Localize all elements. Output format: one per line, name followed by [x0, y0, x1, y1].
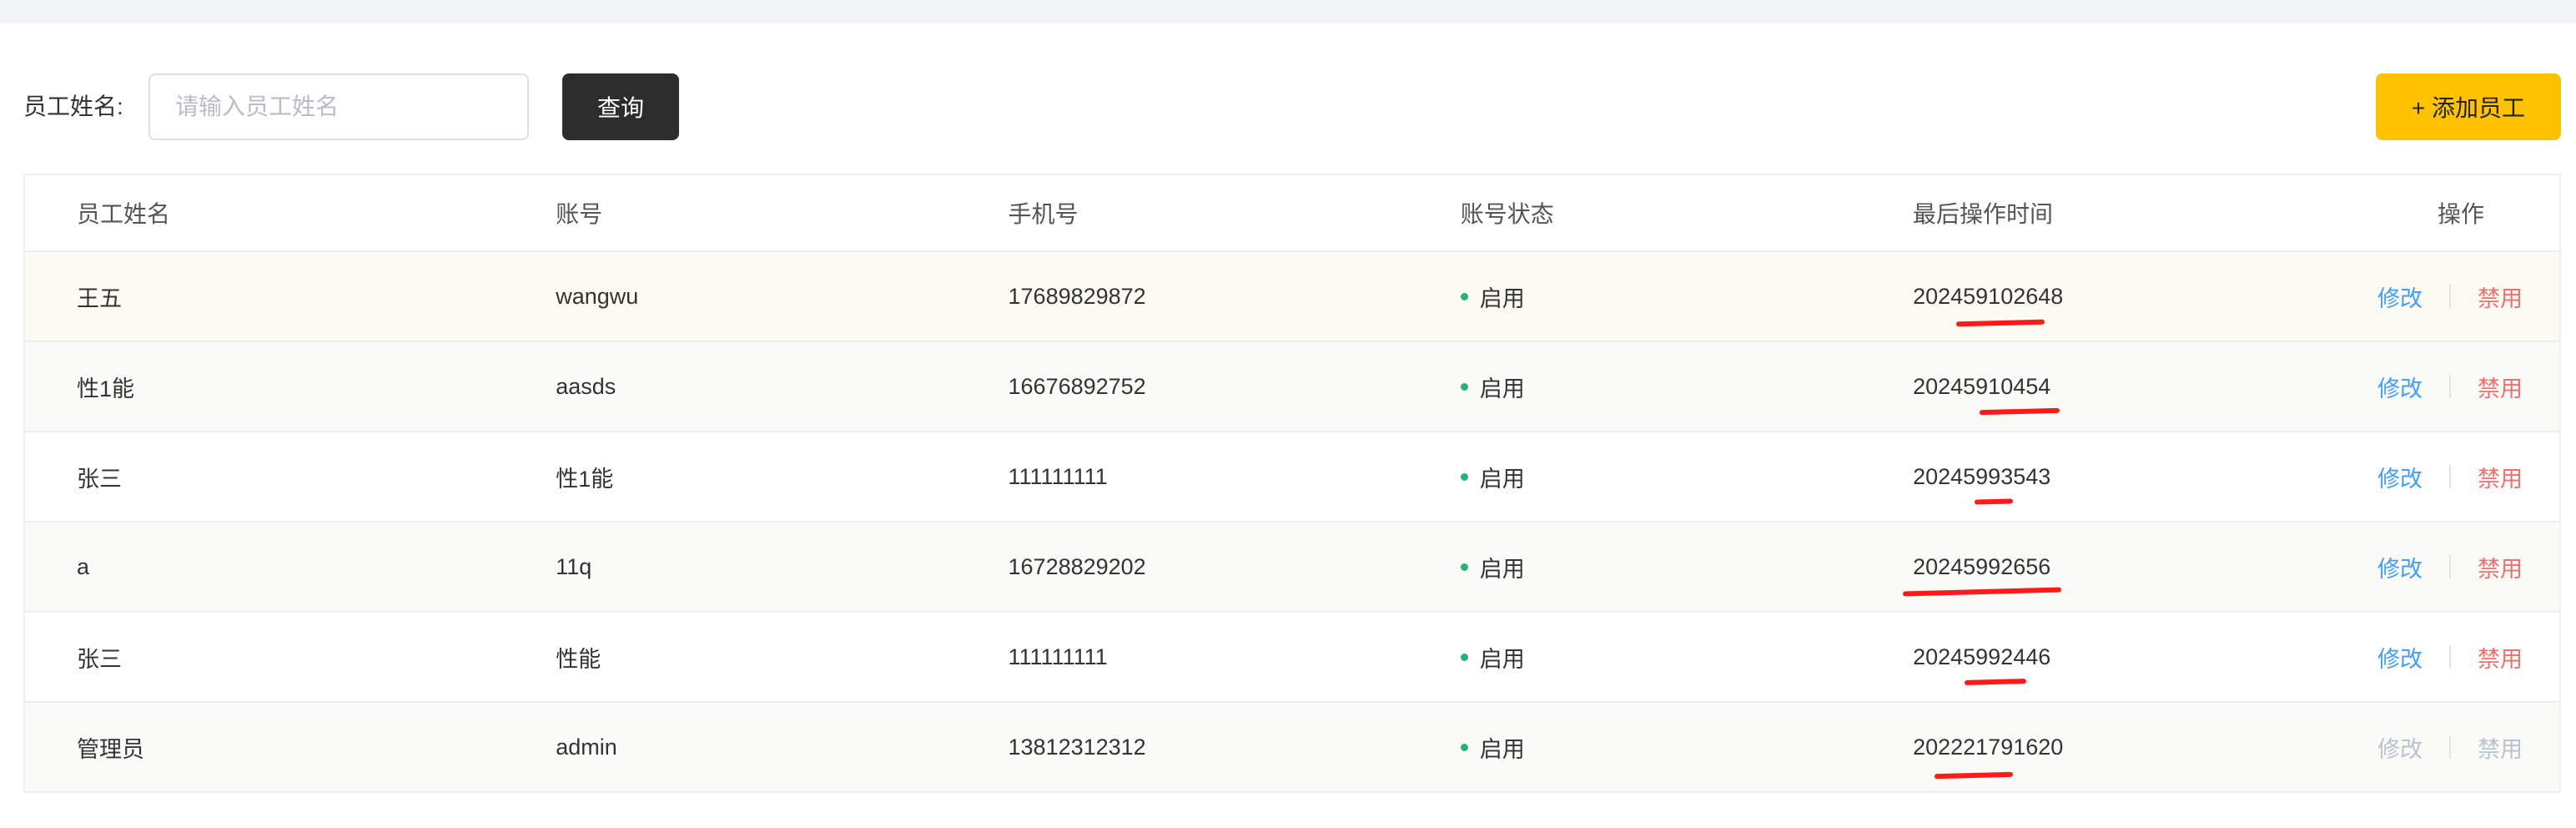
last-operation-time-cell: 20245910454: [1863, 342, 2315, 431]
time-text: 20245993543: [1913, 463, 2051, 489]
edit-link[interactable]: 修改: [2377, 731, 2423, 764]
disable-link[interactable]: 禁用: [2478, 371, 2523, 403]
disable-link[interactable]: 禁用: [2478, 461, 2523, 493]
phone-cell: 17689829872: [1008, 283, 1146, 309]
actions-cell: 修改 禁用: [2315, 523, 2559, 611]
annotation-underline: [1903, 587, 2062, 596]
account-cell: wangwu: [556, 283, 639, 309]
disable-link[interactable]: 禁用: [2478, 551, 2523, 583]
table-row: 张三 性能 111111111 启用 20245992446 修改 禁用: [25, 613, 2559, 703]
top-strip: [0, 0, 2576, 23]
table-row: 性1能 aasds 16676892752 启用 20245910454 修改 禁…: [25, 342, 2559, 432]
action-divider: [2448, 735, 2451, 759]
edit-link[interactable]: 修改: [2377, 371, 2423, 403]
column-header-status: 账号状态: [1460, 201, 1554, 227]
last-operation-time-cell: 20245992446: [1863, 613, 2315, 701]
status-text: 启用: [1479, 285, 1525, 311]
status-text: 启用: [1479, 646, 1525, 672]
status-text: 启用: [1479, 736, 1525, 762]
status-cell: 启用: [1411, 523, 1863, 611]
column-header-actions: 操作: [2437, 201, 2484, 227]
actions-cell: 修改 禁用: [2315, 703, 2559, 791]
table-row: a 11q 16728829202 启用 20245992656 修改 禁用: [25, 523, 2559, 613]
time-text: 20245992656: [1913, 553, 2051, 579]
last-operation-time-cell: 20245992656: [1863, 523, 2315, 611]
actions-cell: 修改 禁用: [2315, 613, 2559, 701]
phone-cell: 16728829202: [1008, 553, 1146, 579]
annotation-underline: [1956, 319, 2045, 326]
query-button[interactable]: 查询: [562, 73, 679, 140]
table-header: 员工姓名 账号 手机号 账号状态 最后操作时间 操作: [25, 175, 2559, 252]
status-dot-icon: [1460, 563, 1468, 571]
edit-link[interactable]: 修改: [2377, 551, 2423, 583]
annotation-underline: [1965, 678, 2027, 685]
account-cell: 11q: [556, 553, 592, 579]
employee-name-cell: 性1能: [77, 376, 135, 401]
phone-cell: 111111111: [1008, 644, 1108, 669]
employee-name-cell: 张三: [77, 466, 122, 492]
column-header-name: 员工姓名: [77, 201, 171, 227]
status-cell: 启用: [1411, 432, 1863, 521]
add-employee-button[interactable]: + 添加员工: [2376, 73, 2561, 140]
filter-toolbar: 员工姓名: 查询 + 添加员工: [0, 73, 2576, 140]
account-cell: aasds: [556, 373, 616, 399]
disable-link[interactable]: 禁用: [2478, 731, 2523, 764]
status-text: 启用: [1479, 466, 1525, 492]
actions-cell: 修改 禁用: [2315, 432, 2559, 521]
annotation-underline: [1980, 407, 2060, 415]
employee-name-cell: a: [77, 553, 90, 579]
last-operation-time-cell: 20245993543: [1863, 432, 2315, 521]
action-divider: [2448, 645, 2451, 669]
phone-cell: 111111111: [1008, 463, 1108, 489]
action-divider: [2448, 285, 2451, 308]
status-cell: 启用: [1411, 252, 1863, 341]
phone-cell: 16676892752: [1008, 373, 1146, 399]
status-dot-icon: [1460, 472, 1468, 481]
status-text: 启用: [1479, 376, 1525, 401]
status-cell: 启用: [1411, 613, 1863, 701]
employee-name-cell: 管理员: [77, 736, 144, 762]
employee-name-cell: 王五: [77, 285, 122, 311]
employee-name-input[interactable]: [148, 73, 529, 140]
time-text: 20245910454: [1913, 373, 2051, 399]
status-cell: 启用: [1411, 342, 1863, 431]
phone-cell: 13812312312: [1008, 734, 1146, 760]
disable-link[interactable]: 禁用: [2478, 280, 2523, 313]
column-header-account: 账号: [556, 201, 603, 227]
status-cell: 启用: [1411, 703, 1863, 791]
status-dot-icon: [1460, 292, 1468, 300]
employee-table: 员工姓名 账号 手机号 账号状态 最后操作时间 操作 王五 wangwu 176…: [23, 174, 2561, 793]
action-divider: [2448, 555, 2451, 578]
edit-link[interactable]: 修改: [2377, 461, 2423, 493]
account-cell: 性能: [556, 646, 601, 672]
actions-cell: 修改 禁用: [2315, 342, 2559, 431]
action-divider: [2448, 465, 2451, 488]
last-operation-time-cell: 202221791620: [1863, 703, 2315, 791]
account-cell: 性1能: [556, 466, 614, 492]
last-operation-time-cell: 202459102648: [1863, 252, 2315, 341]
annotation-underline: [1975, 497, 2014, 505]
status-dot-icon: [1460, 743, 1468, 751]
table-row: 管理员 admin 13812312312 启用 202221791620 修改…: [25, 703, 2559, 793]
actions-cell: 修改 禁用: [2315, 252, 2559, 341]
status-text: 启用: [1479, 556, 1525, 582]
column-header-last-operation-time: 最后操作时间: [1913, 201, 2054, 227]
edit-link[interactable]: 修改: [2377, 280, 2423, 313]
edit-link[interactable]: 修改: [2377, 641, 2423, 674]
account-cell: admin: [556, 734, 617, 760]
column-header-phone: 手机号: [1008, 201, 1079, 227]
time-text: 20245992446: [1913, 644, 2051, 669]
employee-name-label: 员工姓名:: [23, 93, 123, 119]
time-text: 202221791620: [1913, 734, 2064, 760]
table-row: 张三 性1能 111111111 启用 20245993543 修改 禁用: [25, 432, 2559, 523]
status-dot-icon: [1460, 653, 1468, 661]
annotation-underline: [1935, 771, 2014, 779]
table-row: 王五 wangwu 17689829872 启用 202459102648 修改…: [25, 252, 2559, 342]
status-dot-icon: [1460, 382, 1468, 391]
employee-name-cell: 张三: [77, 646, 122, 672]
action-divider: [2448, 375, 2451, 398]
time-text: 202459102648: [1913, 283, 2064, 309]
disable-link[interactable]: 禁用: [2478, 641, 2523, 674]
